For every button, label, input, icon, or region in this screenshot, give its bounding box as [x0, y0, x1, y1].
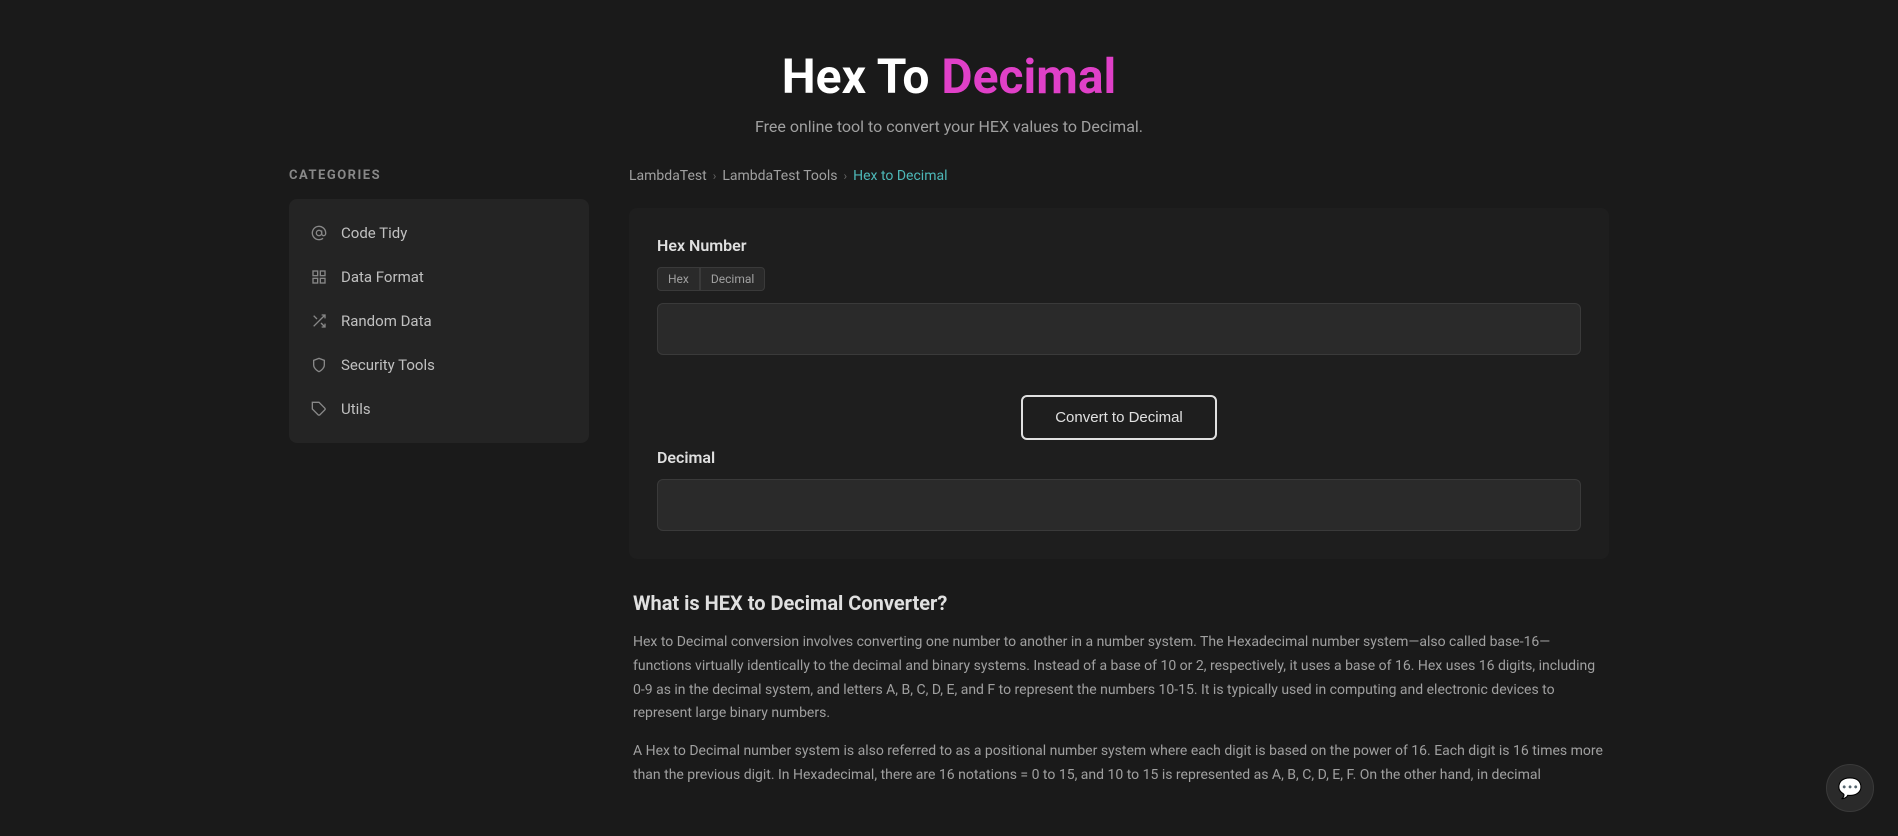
shield-icon: [309, 355, 329, 375]
main-layout: CATEGORIES Code Tidy Data Format: [249, 168, 1649, 802]
sidebar-item-label-utils: Utils: [341, 400, 371, 418]
sidebar-item-utils[interactable]: Utils: [289, 387, 589, 431]
info-title: What is HEX to Decimal Converter?: [633, 591, 1605, 615]
hex-badge: Hex: [657, 267, 700, 291]
breadcrumb: LambdaTest › LambdaTest Tools › Hex to D…: [629, 168, 1609, 184]
breadcrumb-separator-1: ›: [713, 169, 717, 183]
breadcrumb-separator-2: ›: [844, 169, 848, 183]
main-content: LambdaTest › LambdaTest Tools › Hex to D…: [629, 168, 1609, 802]
breadcrumb-lambdatest-tools[interactable]: LambdaTest Tools: [722, 168, 837, 184]
hex-input[interactable]: [657, 303, 1581, 355]
info-section: What is HEX to Decimal Converter? Hex to…: [629, 591, 1609, 788]
sidebar-item-label-security-tools: Security Tools: [341, 356, 435, 374]
info-paragraph-2: A Hex to Decimal number system is also r…: [633, 740, 1605, 788]
tool-section: Hex Number Hex Decimal Convert to Decima…: [629, 208, 1609, 559]
sidebar: CATEGORIES Code Tidy Data Format: [289, 168, 589, 802]
page-title: Hex To Decimal: [20, 48, 1878, 105]
output-label: Decimal: [657, 448, 1581, 467]
hex-decimal-badge: Hex Decimal: [657, 267, 765, 291]
sidebar-menu: Code Tidy Data Format Random Data: [289, 199, 589, 443]
sidebar-item-random-data[interactable]: Random Data: [289, 299, 589, 343]
chat-bubble[interactable]: 💬: [1826, 764, 1874, 812]
page-subtitle: Free online tool to convert your HEX val…: [20, 117, 1878, 136]
sidebar-item-code-tidy[interactable]: Code Tidy: [289, 211, 589, 255]
decimal-badge: Decimal: [700, 267, 765, 291]
grid-icon: [309, 267, 329, 287]
breadcrumb-current: Hex to Decimal: [853, 168, 947, 184]
at-icon: [309, 223, 329, 243]
input-label: Hex Number: [657, 236, 1581, 255]
tag-icon: [309, 399, 329, 419]
sidebar-item-security-tools[interactable]: Security Tools: [289, 343, 589, 387]
decimal-output: [657, 479, 1581, 531]
sidebar-item-label-data-format: Data Format: [341, 268, 424, 286]
sidebar-item-label-code-tidy: Code Tidy: [341, 224, 407, 242]
convert-btn-wrapper: Convert to Decimal: [657, 395, 1581, 440]
breadcrumb-lambdatest[interactable]: LambdaTest: [629, 168, 707, 184]
page-header: Hex To Decimal Free online tool to conve…: [0, 0, 1898, 168]
chat-icon: 💬: [1838, 776, 1863, 800]
convert-button[interactable]: Convert to Decimal: [1021, 395, 1217, 440]
shuffle-icon: [309, 311, 329, 331]
sidebar-item-label-random-data: Random Data: [341, 312, 432, 330]
info-paragraph-1: Hex to Decimal conversion involves conve…: [633, 631, 1605, 726]
categories-label: CATEGORIES: [289, 168, 589, 183]
sidebar-item-data-format[interactable]: Data Format: [289, 255, 589, 299]
